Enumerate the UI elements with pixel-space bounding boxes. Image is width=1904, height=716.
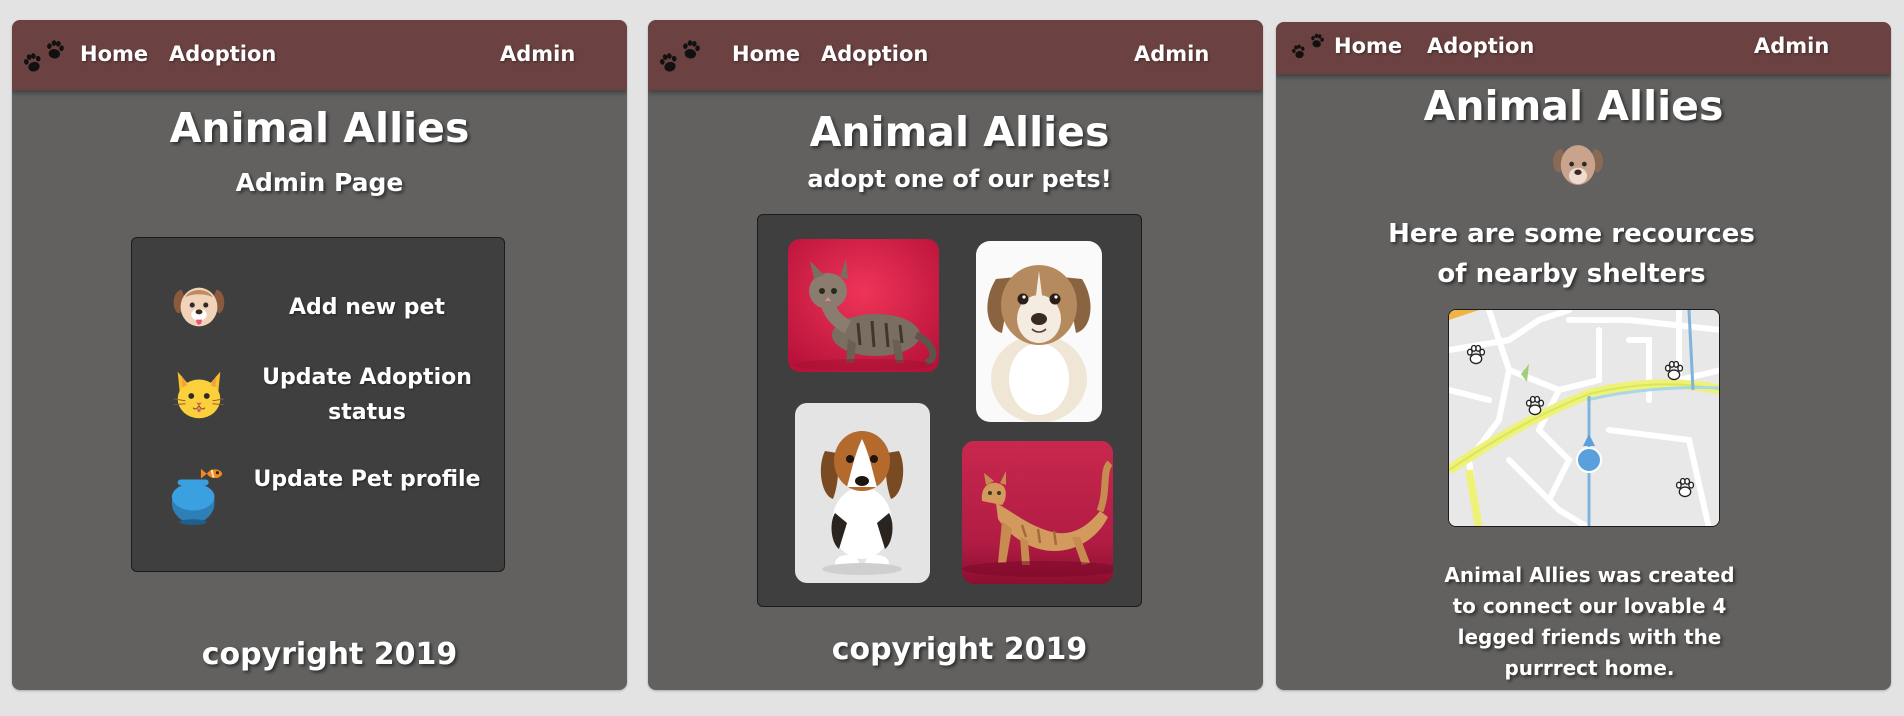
admin-page-panel: Home Adoption Admin Animal Allies Admin … bbox=[12, 20, 627, 690]
footer-copyright: copyright 2019 bbox=[831, 632, 1088, 667]
about-line-3: legged friends with the bbox=[1457, 625, 1722, 649]
location-dot-icon bbox=[1576, 447, 1602, 473]
nav-admin-link[interactable]: Admin bbox=[500, 42, 575, 66]
admin-menu-card: Add new pet Update Adoption status Updat… bbox=[131, 237, 505, 572]
resources-heading-line-1: Here are some recources bbox=[1388, 219, 1755, 249]
tabby-cat-photo bbox=[788, 239, 939, 372]
nav-adoption-link[interactable]: Adoption bbox=[821, 42, 928, 66]
fishbowl-icon bbox=[171, 468, 223, 526]
orange-cat-photo bbox=[962, 441, 1113, 584]
pet-photo[interactable] bbox=[976, 241, 1102, 422]
navbar: Home Adoption Admin bbox=[648, 20, 1263, 90]
shelter-map[interactable] bbox=[1448, 309, 1720, 527]
pet-photo[interactable] bbox=[788, 239, 939, 372]
nav-home-link[interactable]: Home bbox=[1334, 34, 1402, 58]
pet-photo[interactable] bbox=[795, 403, 930, 583]
site-title: Animal Allies bbox=[1423, 82, 1724, 130]
update-pet-profile-item[interactable]: Update Pet profile bbox=[132, 462, 504, 532]
resources-heading-line-2: of nearby shelters bbox=[1437, 259, 1706, 289]
pet-photo[interactable] bbox=[962, 441, 1113, 584]
page-subtitle: Admin Page bbox=[235, 168, 404, 197]
site-title: Animal Allies bbox=[809, 108, 1110, 156]
footer-copyright: copyright 2019 bbox=[201, 637, 458, 672]
update-pet-profile-label: Update Pet profile bbox=[253, 467, 481, 492]
adoption-page-panel: Home Adoption Admin Animal Allies adopt … bbox=[648, 20, 1263, 690]
dog-face-icon bbox=[1553, 145, 1603, 185]
resources-heading: Here are some recources of nearby shelte… bbox=[1276, 214, 1879, 294]
fluffy-puppy-photo bbox=[976, 241, 1102, 422]
site-title: Animal Allies bbox=[169, 104, 470, 152]
nav-adoption-link[interactable]: Adoption bbox=[169, 42, 276, 66]
paw-icon bbox=[658, 39, 701, 74]
resources-page-panel: Home Adoption Admin Animal Allies Here a… bbox=[1276, 22, 1891, 690]
pet-gallery-card bbox=[757, 214, 1142, 607]
update-adoption-status-item[interactable]: Update Adoption status bbox=[132, 360, 504, 430]
navbar: Home Adoption Admin bbox=[12, 20, 627, 90]
about-line-4: purrrect home. bbox=[1504, 656, 1675, 680]
about-line-2: to connect our lovable 4 bbox=[1452, 594, 1727, 618]
dog-icon bbox=[173, 287, 225, 327]
navbar: Home Adoption Admin bbox=[1276, 22, 1891, 74]
about-text: Animal Allies was created to connect our… bbox=[1282, 560, 1891, 684]
nav-admin-link[interactable]: Admin bbox=[1134, 42, 1209, 66]
cat-icon bbox=[173, 371, 225, 419]
nav-home-link[interactable]: Home bbox=[732, 42, 800, 66]
nav-admin-link[interactable]: Admin bbox=[1754, 34, 1829, 58]
add-new-pet-item[interactable]: Add new pet bbox=[132, 276, 504, 346]
nav-adoption-link[interactable]: Adoption bbox=[1427, 34, 1534, 58]
update-adoption-status-label: Update Adoption status bbox=[262, 365, 472, 425]
about-line-1: Animal Allies was created bbox=[1444, 563, 1735, 587]
nav-home-link[interactable]: Home bbox=[80, 42, 148, 66]
paw-icon bbox=[22, 39, 65, 74]
page-subtitle: adopt one of our pets! bbox=[807, 165, 1112, 193]
map-image bbox=[1449, 310, 1719, 526]
beagle-puppy-photo bbox=[795, 403, 930, 583]
add-new-pet-label: Add new pet bbox=[289, 295, 445, 320]
paw-icon bbox=[1290, 32, 1325, 60]
